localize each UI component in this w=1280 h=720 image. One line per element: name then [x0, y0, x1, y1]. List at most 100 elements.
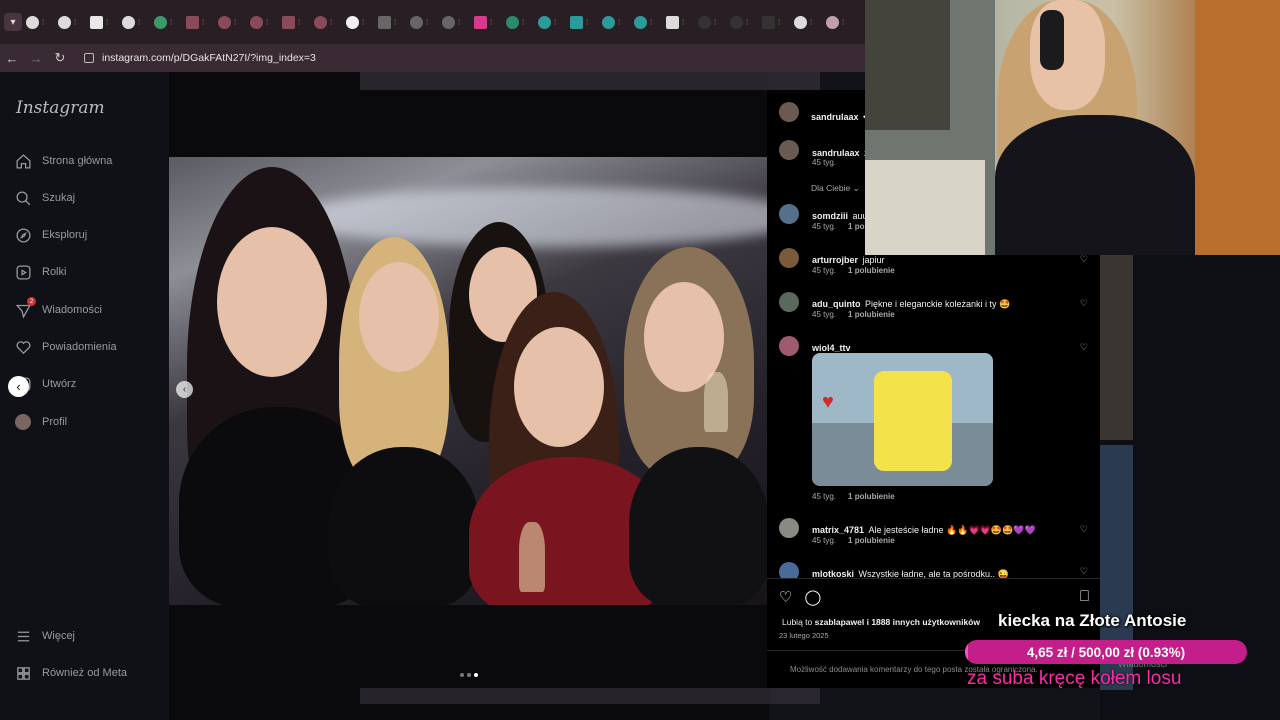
sidebar-item-explore[interactable]: Eksploruj — [14, 226, 87, 244]
bookmark-icon[interactable]: ⎕ — [1080, 588, 1089, 606]
comment-meta: 45 tyg. 1 polubienie — [812, 492, 895, 501]
browser-tab[interactable]: ⁞ — [282, 11, 310, 33]
webcam-overlay — [865, 0, 1280, 255]
sidebar-item-search[interactable]: Szukaj — [14, 189, 75, 207]
browser-tab[interactable]: ⁞ — [90, 11, 118, 33]
browser-tab[interactable]: ⁞ — [410, 11, 438, 33]
sidebar-item-home[interactable]: Strona główna — [14, 152, 112, 170]
comment-username[interactable]: somdziii — [812, 211, 848, 221]
browser-tab[interactable]: ⁞ — [666, 11, 694, 33]
tab-favicon-icon — [570, 15, 583, 29]
sidebar-more[interactable]: Więcej — [14, 627, 75, 645]
wine-glass — [704, 372, 728, 432]
browser-tab[interactable]: ⁞ — [570, 11, 598, 33]
browser-tab[interactable]: ⁞ — [698, 11, 726, 33]
liked-by-user[interactable]: szablapawel — [815, 617, 865, 627]
carousel-prev-button[interactable]: ‹ — [176, 381, 193, 398]
heart-sticker: ♥ — [822, 391, 834, 413]
commenter-avatar[interactable] — [779, 292, 799, 312]
author-avatar[interactable] — [779, 140, 799, 160]
sidebar-item-label: Eksploruj — [42, 229, 88, 241]
comment-username[interactable]: adu_quinto — [812, 299, 861, 309]
comment-icon[interactable]: ◯ — [804, 588, 821, 606]
browser-tab[interactable]: ⁞ — [634, 11, 662, 33]
browser-tab[interactable]: ⁞ — [730, 11, 758, 33]
headset — [1040, 10, 1064, 70]
sidebar-meta[interactable]: Również od Meta — [14, 664, 127, 682]
author-username[interactable]: sandrulaax — [811, 112, 859, 122]
comment-like-icon[interactable]: ♡ — [1080, 342, 1088, 353]
tab-favicon-icon — [506, 15, 519, 29]
commenter-avatar[interactable] — [779, 204, 799, 224]
comment-likes[interactable]: 1 polubienie — [848, 536, 895, 545]
caption-username[interactable]: sandrulaax — [812, 148, 860, 158]
sidebar-item-notifications[interactable]: Powiadomienia — [14, 338, 117, 356]
previous-post-button[interactable]: ‹ — [8, 376, 29, 397]
browser-tab[interactable]: ⁞ — [26, 11, 54, 33]
comment-username[interactable]: mlotkoski — [812, 569, 854, 578]
comment-like-icon[interactable]: ♡ — [1080, 524, 1088, 535]
comment-like-icon[interactable]: ♡ — [1080, 298, 1088, 309]
comment-time: 45 tyg. — [812, 536, 837, 545]
browser-tab[interactable]: ⁞ — [250, 11, 278, 33]
comment-username[interactable]: wiol4_ttv — [812, 343, 851, 353]
like-icon[interactable]: ♡ — [779, 588, 792, 606]
browser-tab[interactable]: ⁞ — [154, 11, 182, 33]
browser-tab[interactable]: ⁞ — [506, 11, 534, 33]
commenter-avatar[interactable] — [779, 336, 799, 356]
browser-tab[interactable]: ⁞ — [794, 11, 822, 33]
sidebar-item-profile[interactable]: Profil — [14, 413, 67, 431]
comment-likes[interactable]: 1 polubienie — [848, 266, 895, 275]
comment-likes[interactable]: 1 polubienie — [848, 310, 895, 319]
url-field[interactable]: instagram.com/p/DGakFAtN27I/?img_index=3 — [78, 47, 858, 69]
browser-tab[interactable]: ⁞ — [474, 11, 502, 33]
forward-icon[interactable]: → — [24, 51, 48, 66]
tab-separator: ⁞ — [554, 17, 557, 27]
browser-tab[interactable]: ⁞ — [602, 11, 630, 33]
tab-separator: ⁞ — [778, 17, 781, 27]
browser-tab[interactable]: ⁞ — [762, 11, 790, 33]
browser-tab[interactable]: ⁞ — [378, 11, 406, 33]
browser-tab[interactable]: ⁞ — [826, 11, 854, 33]
tab-search-dropdown[interactable]: ▾ — [4, 13, 22, 31]
liked-by-suffix[interactable]: i 1888 innych użytkowników — [867, 617, 980, 627]
comment-username[interactable]: matrix_4781 — [812, 525, 864, 535]
tab-favicon-icon — [634, 15, 647, 29]
comment-username[interactable]: arturrojber — [812, 255, 858, 265]
wine-glass — [519, 522, 545, 592]
reload-icon[interactable]: ↻ — [48, 50, 72, 66]
browser-tab[interactable]: ⁞ — [538, 11, 566, 33]
instagram-logo[interactable]: Instagram — [16, 98, 105, 118]
sidebar-item-reels[interactable]: Rolki — [14, 263, 66, 281]
comment-meta: 45 tyg. 1 polubienie — [812, 266, 895, 275]
home-icon — [14, 152, 32, 170]
search-icon — [14, 189, 32, 207]
comment-likes[interactable]: 1 polubienie — [848, 492, 895, 501]
commenter-avatar[interactable] — [779, 562, 799, 578]
author-avatar[interactable] — [779, 102, 799, 122]
comment-sort-dropdown[interactable]: Dla Ciebie ⌄ — [811, 183, 860, 194]
browser-tab[interactable]: ⁞ — [346, 11, 374, 33]
browser-tab[interactable]: ⁞ — [442, 11, 470, 33]
back-icon[interactable]: ← — [0, 51, 24, 66]
browser-tab[interactable]: ⁞ — [58, 11, 86, 33]
messenger-icon: 2 — [14, 297, 36, 319]
tab-separator: ⁞ — [42, 17, 45, 27]
sidebar-item-messages[interactable]: 2 Wiadomości — [14, 297, 102, 319]
post-date[interactable]: 23 lutego 2025 — [779, 631, 829, 640]
divider — [767, 578, 1100, 579]
comment-like-icon[interactable]: ♡ — [1080, 254, 1088, 265]
tab-favicon-icon — [314, 15, 327, 29]
browser-tab[interactable]: ⁞ — [218, 11, 246, 33]
sidebar-item-label: Strona główna — [42, 155, 113, 167]
spongebob-gif[interactable]: ♥ — [812, 353, 993, 486]
ceiling-light — [289, 187, 767, 247]
commenter-avatar[interactable] — [779, 518, 799, 538]
browser-tab[interactable]: ⁞ — [122, 11, 150, 33]
site-info-icon[interactable] — [84, 53, 94, 63]
comment-like-icon[interactable]: ♡ — [1080, 566, 1088, 577]
browser-tab[interactable]: ⁞ — [186, 11, 214, 33]
commenter-avatar[interactable] — [779, 248, 799, 268]
browser-tab[interactable]: ⁞ — [314, 11, 342, 33]
tab-favicon-icon — [538, 15, 551, 29]
